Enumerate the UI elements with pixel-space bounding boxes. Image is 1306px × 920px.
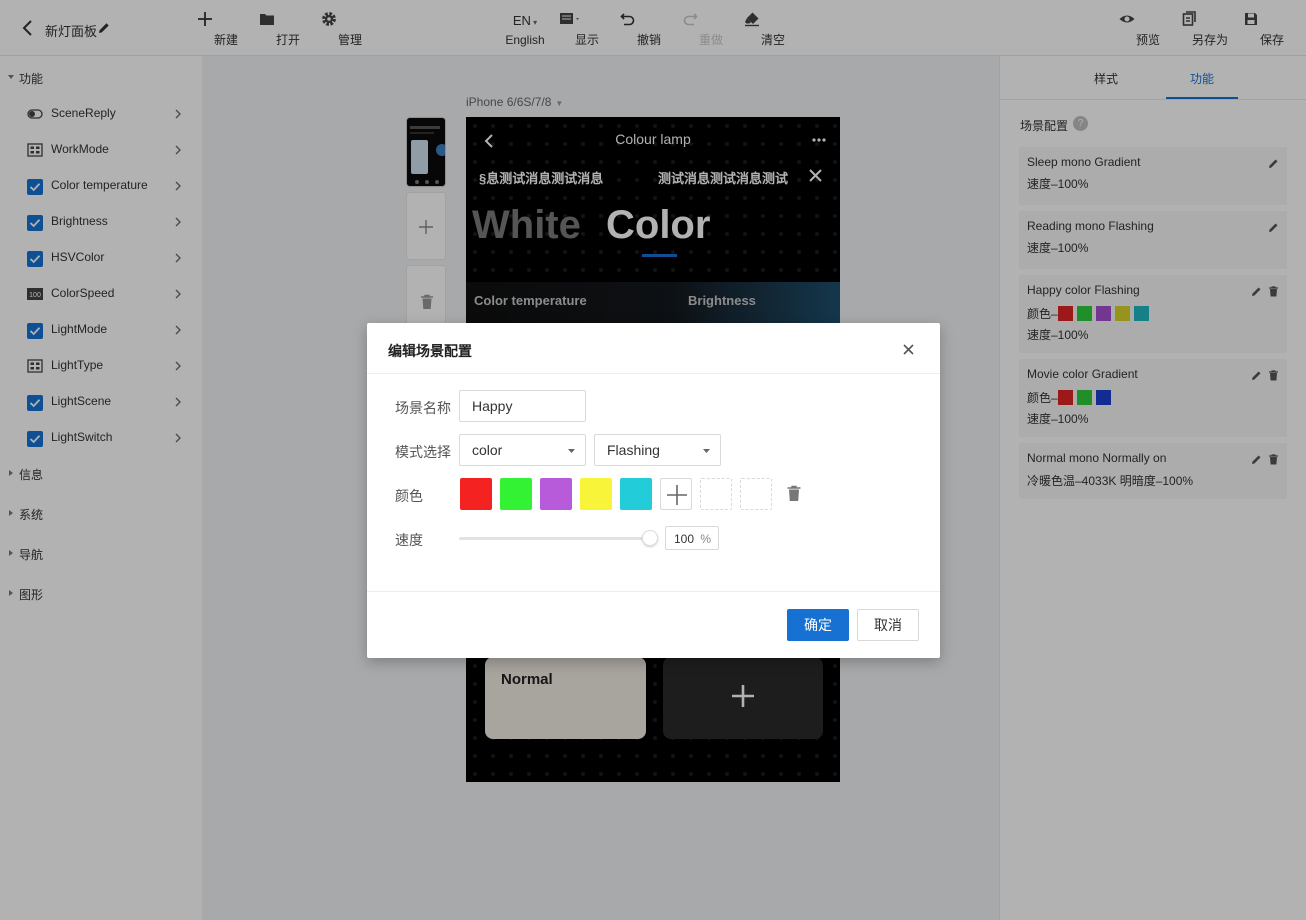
confirm-button[interactable]: 确定 <box>787 609 849 641</box>
mode-label: 模式选择 <box>395 444 451 460</box>
empty-color-slot[interactable] <box>700 478 732 510</box>
empty-color-slot[interactable] <box>740 478 772 510</box>
speed-value: 100 <box>674 532 695 546</box>
color-swatch-cyan[interactable] <box>620 478 652 510</box>
color-swatch-red[interactable] <box>460 478 492 510</box>
effect-select[interactable]: Flashing <box>594 434 721 466</box>
speed-label: 速度 <box>395 532 423 548</box>
speed-number-input[interactable]: 100 % <box>665 526 719 550</box>
dialog-title: 编辑场景配置 <box>388 343 472 359</box>
color-swatch-yellow[interactable] <box>580 478 612 510</box>
effect-select-value: Flashing <box>607 442 660 458</box>
caret-down-icon <box>703 449 710 453</box>
add-color-button[interactable] <box>660 478 692 510</box>
scene-name-input[interactable] <box>459 390 586 422</box>
speed-slider-track[interactable] <box>459 537 649 540</box>
color-label: 颜色 <box>395 488 423 504</box>
trash-icon[interactable] <box>787 485 801 502</box>
mode-select[interactable]: color <box>459 434 586 466</box>
speed-unit: % <box>700 532 711 546</box>
mode-select-value: color <box>472 442 503 458</box>
color-swatch-purple[interactable] <box>540 478 572 510</box>
close-icon[interactable] <box>903 344 914 355</box>
cancel-button[interactable]: 取消 <box>857 609 919 641</box>
edit-scene-dialog: 编辑场景配置 场景名称 模式选择 color Flashing 颜色 速度 10… <box>367 323 940 658</box>
color-swatch-green[interactable] <box>500 478 532 510</box>
caret-down-icon <box>568 449 575 453</box>
footer-divider <box>367 591 940 592</box>
scene-name-label: 场景名称 <box>395 400 451 416</box>
header-divider <box>367 373 940 374</box>
speed-slider-handle[interactable] <box>642 530 658 546</box>
